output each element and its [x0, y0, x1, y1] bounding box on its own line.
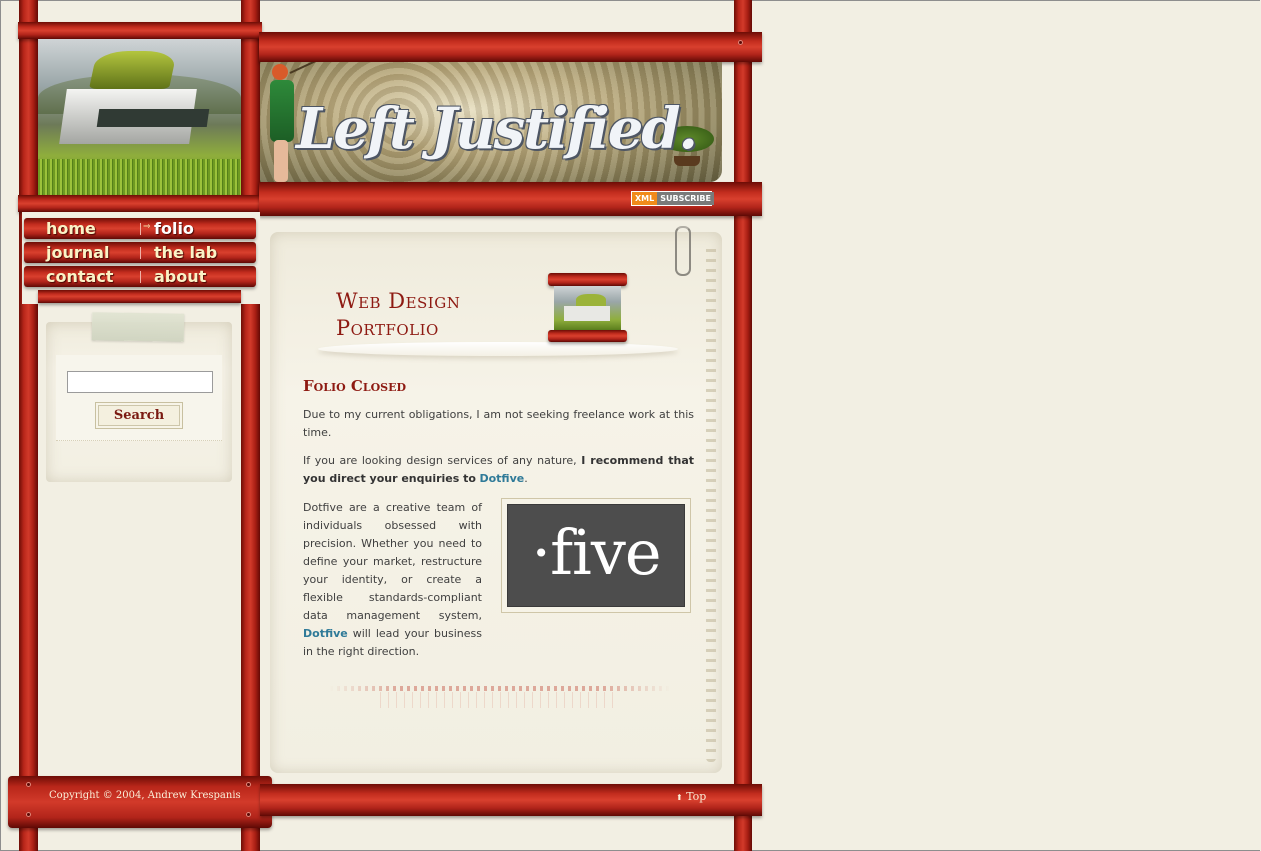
dotfive-logo-frame[interactable]: ·five	[501, 498, 691, 613]
dotfive-logo: ·five	[507, 504, 685, 607]
para-dotfive-start: Dotfive are a creative team of individua…	[303, 501, 482, 622]
photo-bottom-beam	[18, 195, 262, 212]
header-photo-field	[38, 159, 241, 195]
mini-photo-block	[564, 306, 610, 321]
footer-nail	[26, 812, 31, 817]
top-left-beam	[18, 22, 262, 39]
mini-frame-top	[548, 273, 627, 286]
nav-contact[interactable]: contact	[46, 267, 113, 286]
mini-frame-bottom	[548, 330, 627, 342]
paper-perforation	[706, 242, 716, 762]
dotted-divider	[330, 686, 670, 691]
nav-folio[interactable]: folio	[154, 219, 194, 238]
nav-journal[interactable]: journal	[46, 243, 109, 262]
footer-nail	[246, 812, 251, 817]
nav-active-arrow: ⇒	[143, 222, 151, 232]
xml-badge-right: SUBSCRIBE	[657, 192, 714, 205]
xml-subscribe-badge[interactable]: XML SUBSCRIBE	[631, 191, 714, 206]
nav-home[interactable]: home	[46, 219, 96, 238]
paperclip-icon	[675, 226, 691, 276]
top-link-label: Top	[686, 790, 707, 803]
pinup-girl-head	[272, 64, 288, 80]
nav-about[interactable]: about	[154, 267, 206, 286]
left-post-inner	[241, 0, 260, 851]
nav-bottom-beam	[38, 290, 241, 303]
header-photo-grass	[38, 39, 241, 195]
para-recommendation: If you are looking design services of an…	[303, 452, 694, 488]
banner-top-beam	[259, 32, 762, 62]
section-heading: Folio Closed	[303, 377, 407, 395]
top-arrow-icon: ⬆	[676, 793, 683, 802]
tape-strip	[91, 312, 185, 342]
nav-row-3: contact about	[24, 266, 256, 287]
title-card-shadow	[318, 342, 678, 356]
left-post-outer	[19, 0, 38, 851]
mini-photo	[554, 286, 621, 331]
nav-separator	[140, 223, 141, 235]
dotfive-link-inline[interactable]: Dotfive	[303, 627, 348, 640]
footer-nail	[26, 782, 31, 787]
nav-the-lab[interactable]: the lab	[154, 243, 217, 262]
pinup-girl-dress	[270, 80, 294, 142]
banner-nail	[738, 40, 743, 45]
nav-separator	[140, 247, 141, 259]
nav-row-1: home ⇒ folio	[24, 218, 256, 239]
para-dotfive: Dotfive are a creative team of individua…	[303, 499, 482, 661]
top-link[interactable]: ⬆ Top	[676, 790, 706, 803]
xml-badge-left: XML	[632, 192, 658, 205]
footer-nail	[246, 782, 251, 787]
page-title-line2: Portfolio	[336, 316, 439, 340]
pinup-girl-legs	[274, 140, 288, 182]
dotfive-logo-text: ·five	[531, 516, 661, 589]
site-logo[interactable]: Left Justified.	[296, 96, 698, 162]
nav-row-2: journal the lab	[24, 242, 256, 263]
dotfive-link[interactable]: Dotfive	[479, 472, 524, 485]
para-recommendation-intro: If you are looking design services of an…	[303, 454, 577, 467]
nav-separator	[140, 271, 141, 283]
copyright-text: Copyright © 2004, Andrew Krespanis	[49, 790, 241, 801]
footer-left-board	[8, 776, 272, 828]
dotted-divider-fade	[380, 692, 620, 708]
right-post	[734, 0, 752, 851]
header-photo-roof	[88, 51, 178, 89]
search-button[interactable]: Search	[95, 402, 183, 429]
page-title-line1: Web Design	[336, 289, 461, 313]
para-folio-closed: Due to my current obligations, I am not …	[303, 408, 694, 439]
header-photo-window	[96, 109, 210, 127]
banner-image: Left Justified.	[260, 62, 722, 182]
search-input[interactable]	[67, 371, 213, 393]
para-recommendation-end: .	[524, 472, 528, 485]
